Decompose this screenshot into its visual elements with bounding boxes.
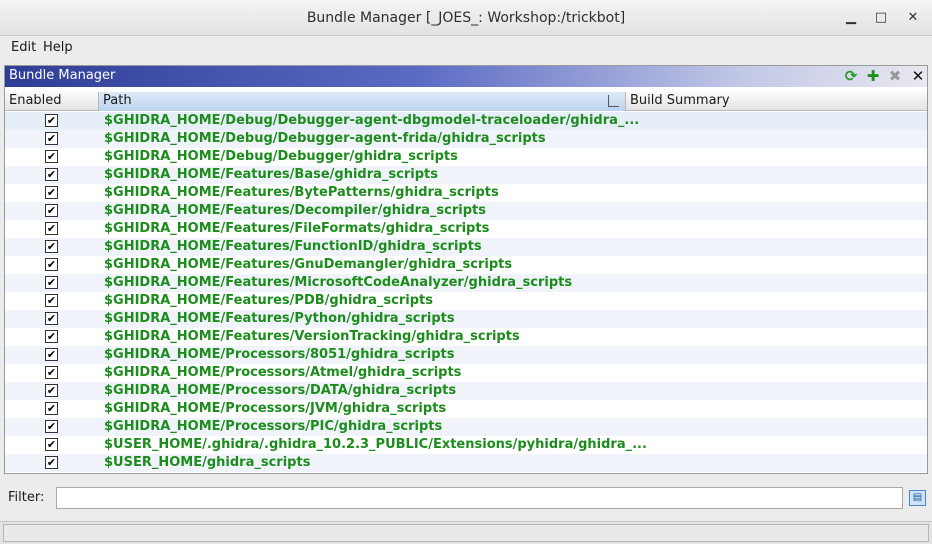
close-icon[interactable]: ✕ bbox=[909, 68, 927, 85]
window-title: Bundle Manager [_JOES_: Workshop:/trickb… bbox=[306, 10, 626, 26]
column-path-label: Path bbox=[103, 93, 132, 108]
bundle-path: $GHIDRA_HOME/Features/Python/ghidra_scri… bbox=[104, 311, 455, 326]
table-row[interactable]: ✔ $GHIDRA_HOME/Features/FileFormats/ghidr… bbox=[5, 220, 927, 238]
enabled-checkbox[interactable]: ✔ bbox=[45, 168, 58, 181]
bundle-path: $GHIDRA_HOME/Debug/Debugger/ghidra_scrip… bbox=[104, 149, 458, 164]
table-row[interactable]: ✔ $USER_HOME/.ghidra/.ghidra_10.2.3_PUBLI… bbox=[5, 436, 927, 454]
status-bar bbox=[0, 521, 932, 544]
enabled-checkbox[interactable]: ✔ bbox=[45, 240, 58, 253]
table-row[interactable]: ✔ $USER_HOME/ghidra_scripts bbox=[5, 454, 927, 472]
minimize-icon[interactable]: ▁ bbox=[842, 9, 860, 27]
close-window-icon[interactable]: ✕ bbox=[904, 9, 922, 27]
enabled-checkbox[interactable]: ✔ bbox=[45, 312, 58, 325]
menu-help[interactable]: Help bbox=[43, 40, 73, 55]
enabled-checkbox[interactable]: ✔ bbox=[45, 366, 58, 379]
bundle-path: $GHIDRA_HOME/Features/Decompiler/ghidra_… bbox=[104, 203, 486, 218]
enabled-checkbox[interactable]: ✔ bbox=[45, 402, 58, 415]
bundle-path: $USER_HOME/.ghidra/.ghidra_10.2.3_PUBLIC… bbox=[104, 437, 647, 452]
bundle-path: $GHIDRA_HOME/Debug/Debugger-agent-dbgmod… bbox=[104, 113, 640, 128]
enabled-checkbox[interactable]: ✔ bbox=[45, 330, 58, 343]
table-row[interactable]: ✔ $GHIDRA_HOME/Features/FunctionID/ghidra… bbox=[5, 238, 927, 256]
enabled-checkbox[interactable]: ✔ bbox=[45, 276, 58, 289]
table-row[interactable]: ✔ $GHIDRA_HOME/Features/MicrosoftCodeAnal… bbox=[5, 274, 927, 292]
enabled-checkbox[interactable]: ✔ bbox=[45, 222, 58, 235]
table-row[interactable]: ✔ $GHIDRA_HOME/Debug/Debugger/ghidra_scri… bbox=[5, 148, 927, 166]
bundle-manager-panel: Bundle Manager ⟳ ✚ ✖ ✕ Enabled Path Buil… bbox=[4, 65, 928, 474]
enabled-checkbox[interactable]: ✔ bbox=[45, 204, 58, 217]
bundle-path: $GHIDRA_HOME/Features/Base/ghidra_script… bbox=[104, 167, 438, 182]
table-header: Enabled Path Build Summary bbox=[5, 92, 927, 111]
table-row[interactable]: ✔ $GHIDRA_HOME/Features/GnuDemangler/ghid… bbox=[5, 256, 927, 274]
enabled-checkbox[interactable]: ✔ bbox=[45, 132, 58, 145]
bundle-path: $USER_HOME/ghidra_scripts bbox=[104, 455, 311, 470]
enabled-checkbox[interactable]: ✔ bbox=[45, 438, 58, 451]
enabled-checkbox[interactable]: ✔ bbox=[45, 114, 58, 127]
filter-label: Filter: bbox=[8, 490, 45, 505]
bundle-path: $GHIDRA_HOME/Features/MicrosoftCodeAnaly… bbox=[104, 275, 573, 290]
table-row[interactable]: ✔ $GHIDRA_HOME/Features/Decompiler/ghidra… bbox=[5, 202, 927, 220]
table-row[interactable]: ✔ $GHIDRA_HOME/Features/VersionTracking/g… bbox=[5, 328, 927, 346]
bundle-path: $GHIDRA_HOME/Features/GnuDemangler/ghidr… bbox=[104, 257, 513, 272]
table-row[interactable]: ✔ $GHIDRA_HOME/Processors/Atmel/ghidra_sc… bbox=[5, 364, 927, 382]
title-bar: Bundle Manager [_JOES_: Workshop:/trickb… bbox=[0, 0, 932, 36]
enabled-checkbox[interactable]: ✔ bbox=[45, 384, 58, 397]
filter-options-icon[interactable]: ▤ bbox=[909, 490, 926, 506]
refresh-icon[interactable]: ⟳ bbox=[842, 68, 860, 85]
filter-bar: Filter: ▤ bbox=[0, 484, 932, 512]
enabled-checkbox[interactable]: ✔ bbox=[45, 186, 58, 199]
table-row[interactable]: ✔ $GHIDRA_HOME/Features/Base/ghidra_scrip… bbox=[5, 166, 927, 184]
enabled-checkbox[interactable]: ✔ bbox=[45, 348, 58, 361]
bundle-path: $GHIDRA_HOME/Features/FileFormats/ghidra… bbox=[104, 221, 490, 236]
enabled-checkbox[interactable]: ✔ bbox=[45, 456, 58, 469]
add-icon[interactable]: ✚ bbox=[864, 68, 882, 85]
table-row[interactable]: ✔ $GHIDRA_HOME/Processors/PIC/ghidra_scri… bbox=[5, 418, 927, 436]
bundle-path: $GHIDRA_HOME/Processors/DATA/ghidra_scri… bbox=[104, 383, 457, 398]
table-row[interactable]: ✔ $GHIDRA_HOME/Features/BytePatterns/ghid… bbox=[5, 184, 927, 202]
menu-edit[interactable]: Edit bbox=[11, 40, 36, 55]
bundle-path: $GHIDRA_HOME/Features/VersionTracking/gh… bbox=[104, 329, 520, 344]
column-enabled[interactable]: Enabled bbox=[5, 92, 99, 111]
table-row[interactable]: ✔ $GHIDRA_HOME/Processors/JVM/ghidra_scri… bbox=[5, 400, 927, 418]
enabled-checkbox[interactable]: ✔ bbox=[45, 150, 58, 163]
panel-title: Bundle Manager bbox=[9, 68, 116, 83]
enabled-checkbox[interactable]: ✔ bbox=[45, 258, 58, 271]
table-row[interactable]: ✔ $GHIDRA_HOME/Features/Python/ghidra_scr… bbox=[5, 310, 927, 328]
sort-icon bbox=[608, 95, 619, 107]
bundle-path: $GHIDRA_HOME/Processors/Atmel/ghidra_scr… bbox=[104, 365, 462, 380]
bundle-path: $GHIDRA_HOME/Processors/8051/ghidra_scri… bbox=[104, 347, 455, 362]
status-text bbox=[3, 524, 929, 542]
enabled-checkbox[interactable]: ✔ bbox=[45, 294, 58, 307]
bundle-path: $GHIDRA_HOME/Features/PDB/ghidra_scripts bbox=[104, 293, 433, 308]
bundle-path: $GHIDRA_HOME/Features/FunctionID/ghidra_… bbox=[104, 239, 482, 254]
table-row[interactable]: ✔ $GHIDRA_HOME/Debug/Debugger-agent-dbgmo… bbox=[5, 112, 927, 130]
bundle-path: $GHIDRA_HOME/Processors/JVM/ghidra_scrip… bbox=[104, 401, 447, 416]
table-row[interactable]: ✔ $GHIDRA_HOME/Features/PDB/ghidra_script… bbox=[5, 292, 927, 310]
table-row[interactable]: ✔ $GHIDRA_HOME/Debug/Debugger-agent-frida… bbox=[5, 130, 927, 148]
bundle-path: $GHIDRA_HOME/Debug/Debugger-agent-frida/… bbox=[104, 131, 546, 146]
panel-header: Bundle Manager ⟳ ✚ ✖ ✕ bbox=[5, 66, 927, 87]
bundle-path: $GHIDRA_HOME/Features/BytePatterns/ghidr… bbox=[104, 185, 499, 200]
menu-bar: Edit Help bbox=[0, 37, 932, 59]
enabled-checkbox[interactable]: ✔ bbox=[45, 420, 58, 433]
table-row[interactable]: ✔ $GHIDRA_HOME/Processors/DATA/ghidra_scr… bbox=[5, 382, 927, 400]
bundle-table-body: ✔ $GHIDRA_HOME/Debug/Debugger-agent-dbgmo… bbox=[5, 112, 927, 472]
maximize-icon[interactable]: □ bbox=[872, 9, 890, 27]
remove-icon[interactable]: ✖ bbox=[886, 68, 904, 85]
column-path[interactable]: Path bbox=[99, 92, 626, 111]
table-row[interactable]: ✔ $GHIDRA_HOME/Processors/8051/ghidra_scr… bbox=[5, 346, 927, 364]
filter-input[interactable] bbox=[56, 487, 903, 509]
bundle-path: $GHIDRA_HOME/Processors/PIC/ghidra_scrip… bbox=[104, 419, 443, 434]
column-build-summary[interactable]: Build Summary bbox=[626, 92, 927, 111]
